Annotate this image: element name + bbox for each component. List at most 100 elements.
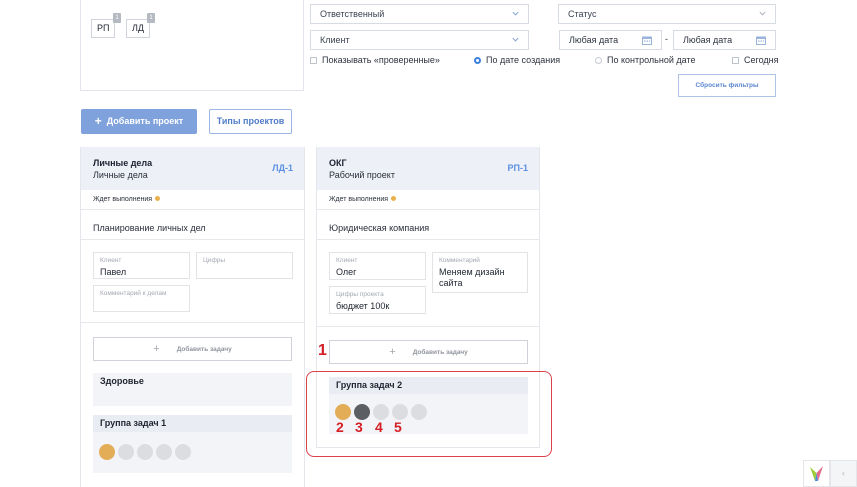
today-checkbox[interactable]: Сегодня xyxy=(732,55,779,66)
comment-field[interactable]: Комментарий к делам xyxy=(93,285,190,312)
plus-icon: + xyxy=(153,343,160,355)
comment-field-value: Меняем дизайн сайта xyxy=(439,267,505,288)
date-range-separator: - xyxy=(665,34,668,44)
annotation-highlight-box xyxy=(306,371,552,457)
code-tag-label: РП xyxy=(97,23,110,33)
card-subtitle: Личные дела xyxy=(93,170,148,180)
task-circle[interactable] xyxy=(175,444,191,460)
annotation-number: 2 xyxy=(336,419,344,435)
client-field[interactable]: Клиент Павел xyxy=(93,252,190,279)
client-select[interactable]: Клиент xyxy=(310,30,529,50)
add-task-button[interactable]: + Добавить задачу xyxy=(329,340,528,364)
task-group-1[interactable]: Группа задач 1 xyxy=(93,415,292,473)
annotation-number: 5 xyxy=(394,419,402,435)
sort-by-control-radio[interactable]: По контрольной дате xyxy=(595,55,695,66)
task-circle[interactable] xyxy=(118,444,134,460)
card-subtitle: Рабочий проект xyxy=(329,170,395,180)
status-dot-icon xyxy=(391,196,397,201)
card-code[interactable]: РП-1 xyxy=(508,163,528,173)
comment-field[interactable]: Комментарий Меняем дизайн сайта xyxy=(432,252,528,293)
show-checked-label: Показывать «проверенные» xyxy=(322,55,440,65)
card-project-name: Юридическая компания xyxy=(329,223,430,233)
plus-icon: + xyxy=(389,346,396,358)
card-status: Ждет выполнения xyxy=(329,196,397,203)
divider xyxy=(81,209,304,210)
calendar-icon xyxy=(642,36,652,45)
client-select-value: Клиент xyxy=(320,35,350,45)
responsible-select-value: Ответственный xyxy=(320,9,385,19)
calendar-icon xyxy=(756,36,766,45)
responsible-select[interactable]: Ответственный xyxy=(310,4,529,24)
status-select-value: Статус xyxy=(568,9,597,19)
client-field-value: Павел xyxy=(100,267,127,277)
sort-by-creation-radio[interactable]: По дате создания xyxy=(474,55,560,66)
date-from-value: Любая дата xyxy=(569,35,619,45)
card-header: ОКГ Рабочий проект РП-1 xyxy=(317,147,539,190)
divider xyxy=(317,326,539,327)
card-status: Ждет выполнения xyxy=(93,196,161,203)
card-title: ОКГ xyxy=(329,158,347,168)
project-types-button[interactable]: Типы проектов xyxy=(209,109,292,134)
date-from-input[interactable]: Любая дата xyxy=(559,30,662,50)
card-title: Личные дела xyxy=(93,158,153,168)
collapse-panel-button[interactable]: ‹ xyxy=(830,460,857,487)
status-select[interactable]: Статус xyxy=(558,4,776,24)
card-project-name: Планирование личных дел xyxy=(93,223,206,233)
annotation-number: 1 xyxy=(318,342,327,359)
app-logo[interactable] xyxy=(803,460,830,487)
add-task-label: Добавить задачу xyxy=(176,346,232,353)
task-group-title: Группа задач 1 xyxy=(93,415,292,432)
sort-by-creation-label: По дате создания xyxy=(486,55,561,65)
client-field-value: Олег xyxy=(336,267,357,277)
annotation-number: 3 xyxy=(355,419,363,435)
show-checked-checkbox[interactable]: Показывать «проверенные» xyxy=(310,55,440,66)
status-dot-icon xyxy=(155,196,161,201)
annotation-number: 4 xyxy=(375,419,383,435)
chevron-down-icon xyxy=(759,11,766,16)
plus-icon: + xyxy=(94,114,102,128)
divider xyxy=(81,239,304,240)
code-count-badge: 1 xyxy=(147,13,155,23)
checkbox-box[interactable] xyxy=(732,57,739,64)
task-circle[interactable] xyxy=(99,444,115,460)
project-card-personal[interactable]: Личные дела Личные дела ЛД-1 Ждет выполн… xyxy=(80,147,305,487)
add-task-button[interactable]: + Добавить задачу xyxy=(93,337,292,361)
sort-by-control-label: По контрольной дате xyxy=(607,55,696,65)
radio-unselected[interactable] xyxy=(595,57,602,64)
comment-field-label: Комментарий xyxy=(439,257,480,264)
client-field-label: Клиент xyxy=(336,257,358,264)
task-circle[interactable] xyxy=(156,444,172,460)
numbers-field-label: Цифры xyxy=(203,257,226,264)
card-header: Личные дела Личные дела ЛД-1 xyxy=(81,147,304,190)
date-to-input[interactable]: Любая дата xyxy=(673,30,776,50)
divider xyxy=(81,322,304,323)
numbers-field[interactable]: Цифры xyxy=(196,252,293,279)
task-circles xyxy=(99,444,191,460)
date-to-value: Любая дата xyxy=(683,35,733,45)
task-group-title: Здоровье xyxy=(93,373,292,390)
numbers-field-label: Цифры проекта xyxy=(336,291,384,298)
comment-field-label: Комментарий к делам xyxy=(100,290,167,297)
radio-selected[interactable] xyxy=(474,57,481,64)
checkbox-box[interactable] xyxy=(310,57,317,64)
card-status-label: Ждет выполнения xyxy=(329,196,389,203)
code-tag-label: ЛД xyxy=(132,23,145,33)
divider xyxy=(317,239,539,240)
task-circle[interactable] xyxy=(137,444,153,460)
card-status-label: Ждет выполнения xyxy=(93,196,153,203)
card-code[interactable]: ЛД-1 xyxy=(272,163,293,173)
add-project-button[interactable]: + Добавить проект xyxy=(81,109,197,134)
add-task-label: Добавить задачу xyxy=(412,349,468,356)
numbers-field-value: бюджет 100к xyxy=(336,301,390,311)
chevron-down-icon xyxy=(512,37,519,42)
today-label: Сегодня xyxy=(744,55,779,65)
divider xyxy=(317,209,539,210)
code-tag-rp[interactable]: РП xyxy=(91,19,116,38)
task-group-health[interactable]: Здоровье xyxy=(93,373,292,406)
numbers-field[interactable]: Цифры проекта бюджет 100к xyxy=(329,286,426,314)
chevron-down-icon xyxy=(512,11,519,16)
client-field[interactable]: Клиент Олег xyxy=(329,252,426,280)
reset-filters-button[interactable]: Сбросить фильтры xyxy=(678,74,776,97)
code-count-badge: 1 xyxy=(113,13,121,23)
logo-icon xyxy=(810,466,823,481)
